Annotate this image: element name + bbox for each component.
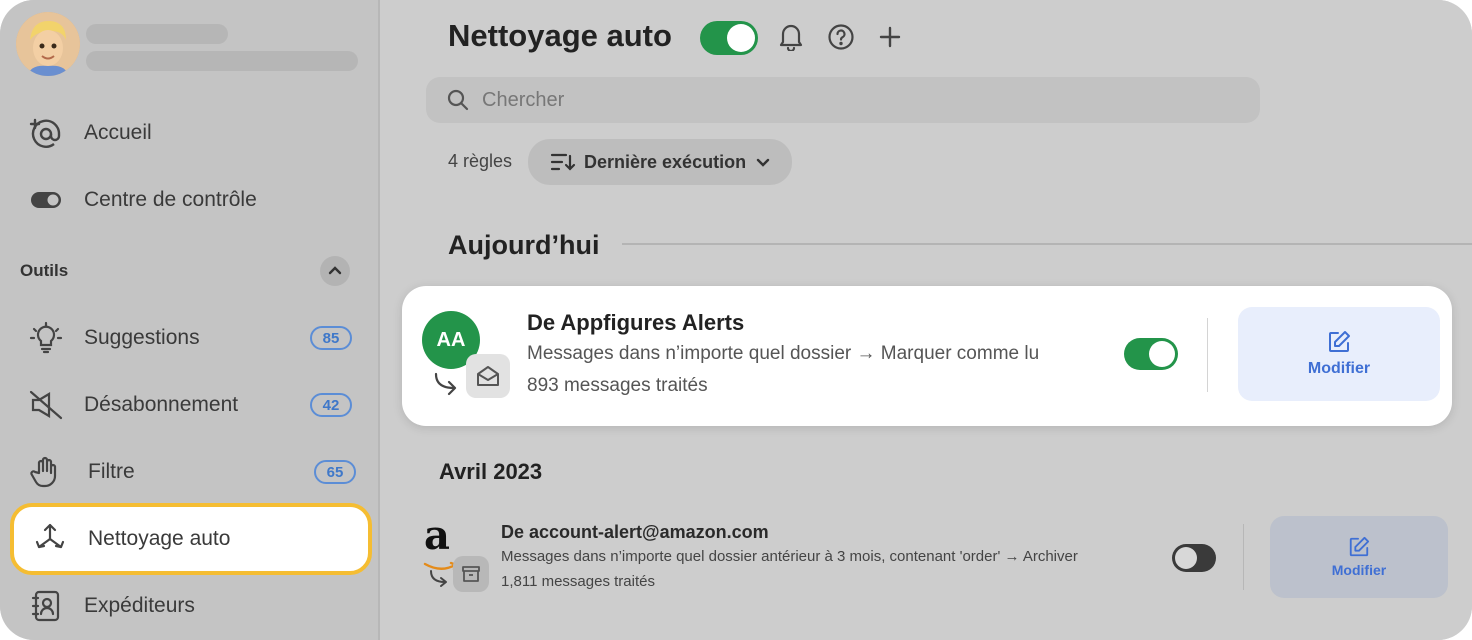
sidebar-item-expediteurs[interactable]: Expéditeurs (28, 586, 195, 626)
app-window: Accueil Centre de contrôle Outils Sugges… (0, 0, 1472, 640)
sidebar-item-label: Filtre (88, 460, 135, 483)
contacts-icon (28, 588, 64, 624)
auto-clean-master-toggle[interactable] (700, 21, 758, 55)
rule-processed-count: 893 messages traités (527, 375, 708, 396)
sidebar-item-label: Désabonnement (84, 393, 239, 416)
account-name-placeholder (86, 24, 228, 44)
sort-icon (550, 152, 576, 172)
rule-description: Messages dans n’importe quel dossier ant… (501, 548, 1078, 565)
search-placeholder: Chercher (482, 88, 565, 111)
rule-card: AA De Appfigures Alerts Messages dans n’… (402, 286, 1452, 426)
sidebar-item-label: Nettoyage auto (88, 527, 231, 550)
archive-icon (453, 556, 489, 592)
chevron-down-icon (756, 157, 770, 167)
section-label-outils: Outils (20, 261, 69, 280)
search-input[interactable]: Chercher (426, 77, 1260, 123)
rule-toggle[interactable] (1124, 338, 1178, 370)
sidebar-item-desabonnement[interactable]: Désabonnement (28, 385, 238, 425)
row-separator (1243, 524, 1244, 590)
edit-label: Modifier (1307, 360, 1371, 377)
sidebar-item-content: Nettoyage auto (32, 519, 230, 559)
edit-rule-button[interactable]: Modifier (1270, 516, 1448, 598)
rule-title: De account-alert@amazon.com (501, 522, 769, 542)
sidebar-item-filtre[interactable]: Filtre (28, 452, 135, 492)
sidebar-item-label: Accueil (84, 121, 152, 144)
sidebar-item-suggestions[interactable]: Suggestions (28, 318, 200, 358)
edit-icon (1327, 330, 1351, 354)
edit-rule-button[interactable]: Modifier (1238, 307, 1440, 401)
filter-count-badge: 65 (314, 460, 356, 484)
add-icon[interactable] (875, 22, 905, 52)
sidebar-item-accueil[interactable]: Accueil (28, 113, 152, 153)
sidebar-item-centre-de-controle[interactable]: Centre de contrôle (28, 180, 257, 220)
main-panel: Nettoyage auto Chercher 4 règles Dernièr… (382, 0, 1472, 640)
collapse-tools-button[interactable] (320, 256, 350, 286)
section-divider (622, 243, 1472, 245)
hand-icon (28, 454, 64, 490)
sidebar-item-nettoyage-auto[interactable]: Nettoyage auto (10, 503, 372, 575)
bell-icon[interactable] (776, 22, 806, 52)
section-heading-april: Avril 2023 (439, 459, 543, 484)
page-title: Nettoyage auto (448, 18, 672, 53)
redirect-arrow-icon (432, 370, 462, 403)
unsubscribe-count-badge: 42 (310, 393, 352, 417)
rule-description: Messages dans n’importe quel dossier → M… (527, 343, 1040, 364)
sidebar-item-label: Expéditeurs (84, 594, 195, 617)
card-separator (1207, 318, 1208, 392)
sidebar-item-label: Centre de contrôle (84, 188, 257, 211)
amazon-logo: a (424, 512, 450, 559)
chevron-up-icon (328, 262, 342, 280)
sort-label: Dernière exécution (584, 151, 747, 172)
toggle-icon (28, 182, 64, 218)
search-icon (446, 88, 470, 112)
rule-title: De Appfigures Alerts (527, 310, 745, 335)
lightbulb-icon (28, 320, 64, 356)
sort-dropdown[interactable]: Dernière exécution (528, 139, 792, 185)
edit-label: Modifier (1331, 562, 1387, 578)
edit-icon (1348, 536, 1370, 558)
sidebar-item-label: Suggestions (84, 326, 200, 349)
redirect-arrow-icon (428, 568, 452, 595)
auto-clean-icon (32, 521, 68, 557)
help-icon[interactable] (826, 22, 856, 52)
rule-toggle[interactable] (1172, 544, 1216, 572)
unsubscribe-icon (28, 387, 64, 423)
suggestions-count-badge: 85 (310, 326, 352, 350)
at-icon (28, 115, 64, 151)
rules-count: 4 règles (448, 151, 513, 171)
avatar[interactable] (16, 12, 80, 76)
mark-read-icon (466, 354, 510, 398)
account-email-placeholder (86, 51, 358, 71)
section-heading-today: Aujourd’hui (448, 230, 600, 260)
rule-processed-count: 1,811 messages traités (501, 573, 655, 590)
sidebar: Accueil Centre de contrôle Outils Sugges… (0, 0, 380, 640)
